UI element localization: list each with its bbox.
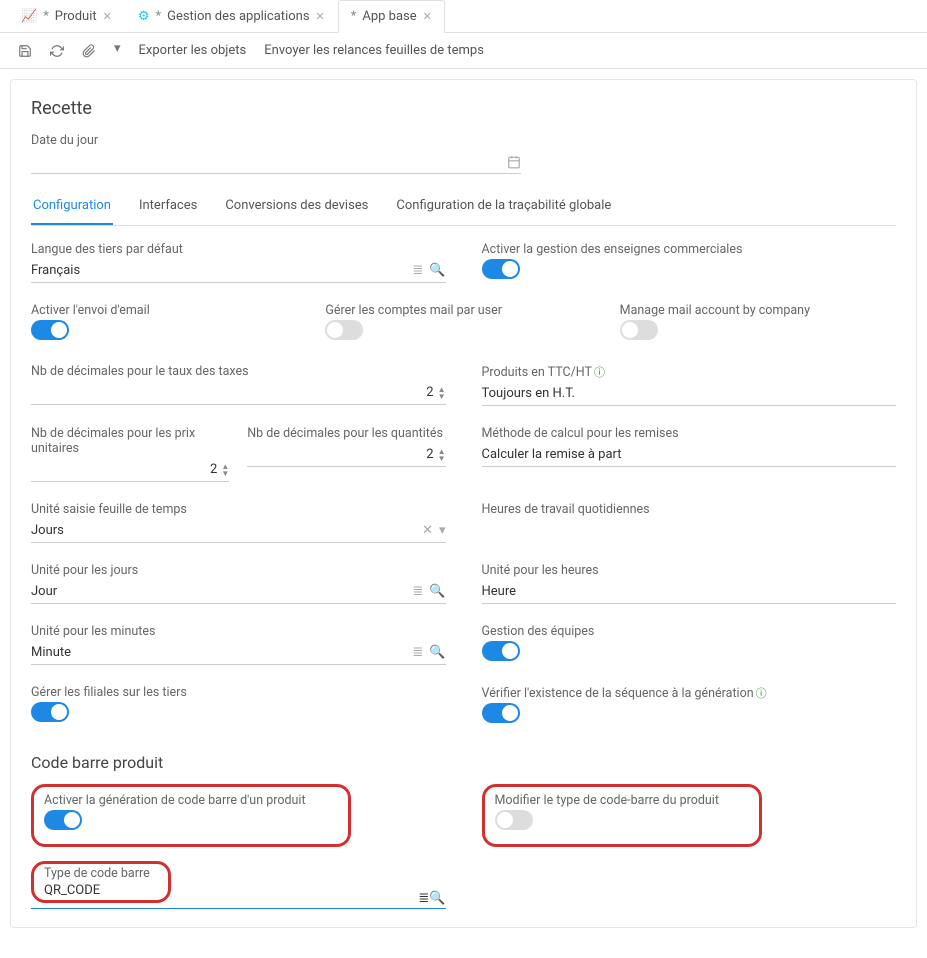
highlight-edit-type: Modifier le type de code-barre du produi… [482, 784, 762, 847]
search-icon[interactable]: 🔍 [429, 645, 445, 660]
mail-user-toggle[interactable] [325, 320, 363, 340]
barcode-type-value: QR_CODE [44, 883, 100, 898]
info-icon[interactable]: ⓘ [594, 366, 605, 379]
close-icon[interactable]: ✕ [103, 10, 112, 23]
remise-label: Méthode de calcul pour les remises [482, 426, 897, 441]
date-input[interactable] [31, 150, 521, 174]
mail-user-label: Gérer les comptes mail par user [325, 303, 601, 318]
export-button[interactable]: Exporter les objets [139, 43, 247, 58]
barcode-gen-label: Activer la génération de code barre d'un… [44, 793, 338, 808]
inner-tab-configuration[interactable]: Configuration [31, 192, 113, 225]
barcode-gen-toggle[interactable] [44, 810, 82, 830]
chart-icon: 📈 [21, 9, 37, 24]
relance-button[interactable]: Envoyer les relances feuilles de temps [264, 43, 484, 58]
search-icon[interactable]: 🔍 [429, 891, 445, 906]
tax-dec-label: Nb de décimales pour le taux des taxes [31, 364, 446, 379]
unit-min-label: Unité pour les minutes [31, 624, 446, 639]
tax-dec-input[interactable]: 2 ▲▼ [31, 381, 446, 405]
close-icon[interactable]: ✕ [316, 10, 325, 23]
unit-heures-label: Unité pour les heures [482, 563, 897, 578]
qty-dec-label: Nb de décimales pour les quantités [247, 426, 445, 441]
barcode-title: Code barre produit [31, 753, 896, 772]
refresh-icon[interactable] [50, 43, 64, 58]
unit-ts-select[interactable]: Jours ✕ ▾ [31, 519, 446, 543]
heures-quot-label: Heures de travail quotidiennes [482, 502, 897, 517]
list-icon[interactable]: ≣ [412, 263, 423, 278]
lang-select[interactable]: Français ≣ 🔍 [31, 259, 446, 283]
inner-tabs: Configuration Interfaces Conversions des… [31, 192, 896, 226]
barcode-type-label: Type de code barre [44, 866, 158, 881]
lang-label: Langue des tiers par défaut [31, 242, 446, 257]
tab-app-base[interactable]: * App base ✕ [338, 0, 445, 33]
unit-min-select[interactable]: Minute ≣ 🔍 [31, 641, 446, 665]
inner-tab-tracabilite[interactable]: Configuration de la traçabilité globale [394, 192, 613, 225]
tab-label: App base [362, 9, 416, 24]
tab-label: Produit [55, 9, 97, 24]
seq-toggle[interactable] [482, 703, 520, 723]
barcode-edit-type-toggle[interactable] [495, 810, 533, 830]
highlight-gen: Activer la génération de code barre d'un… [31, 784, 351, 847]
enseignes-label: Activer la gestion des enseignes commerc… [482, 242, 897, 257]
mail-company-label: Manage mail account by company [620, 303, 896, 318]
unit-heures-select[interactable]: Heure [482, 580, 897, 604]
enseignes-toggle[interactable] [482, 259, 520, 279]
stepper-icon[interactable]: ▲▼ [438, 448, 446, 462]
clear-icon[interactable]: ✕ [422, 523, 433, 538]
gear-icon: ⚙ [138, 9, 150, 24]
ttc-label: Produits en TTC/HTⓘ [482, 364, 897, 380]
save-icon[interactable] [18, 43, 32, 58]
tab-gestion-apps[interactable]: ⚙ * Gestion des applications ✕ [125, 0, 338, 32]
search-icon[interactable]: 🔍 [429, 584, 445, 599]
filiales-toggle[interactable] [31, 702, 69, 722]
dropdown-icon[interactable]: ▾ [114, 41, 121, 56]
filiales-label: Gérer les filiales sur les tiers [31, 685, 446, 700]
tab-label: Gestion des applications [167, 9, 309, 24]
inner-tab-interfaces[interactable]: Interfaces [137, 192, 199, 225]
ttc-select[interactable]: Toujours en H.T. [482, 382, 897, 406]
equipes-label: Gestion des équipes [482, 624, 897, 639]
calendar-icon[interactable] [507, 154, 521, 169]
email-label: Activer l'envoi d'email [31, 303, 307, 318]
seq-label: Vérifier l'existence de la séquence à la… [482, 685, 897, 701]
remise-select[interactable]: Calculer la remise à part [482, 443, 897, 467]
stepper-icon[interactable]: ▲▼ [438, 386, 446, 400]
section-title: Recette [31, 98, 896, 119]
card-recette: Recette Date du jour Configuration Inter… [10, 79, 917, 928]
list-icon[interactable]: ≣ [412, 584, 423, 599]
search-icon[interactable]: 🔍 [429, 263, 445, 278]
list-icon[interactable]: ≣ [418, 891, 429, 906]
inner-tab-conversions[interactable]: Conversions des devises [223, 192, 370, 225]
tab-bar: 📈 * Produit ✕ ⚙ * Gestion des applicatio… [0, 0, 927, 33]
highlight-type: Type de code barre QR_CODE [31, 861, 171, 903]
unit-jours-label: Unité pour les jours [31, 563, 446, 578]
info-icon[interactable]: ⓘ [756, 687, 767, 700]
barcode-edit-type-label: Modifier le type de code-barre du produi… [495, 793, 749, 808]
attach-icon[interactable] [82, 43, 96, 58]
unit-jours-select[interactable]: Jour ≣ 🔍 [31, 580, 446, 604]
close-icon[interactable]: ✕ [423, 10, 432, 23]
price-dec-label: Nb de décimales pour les prix unitaires [31, 426, 229, 456]
unit-ts-label: Unité saisie feuille de temps [31, 502, 446, 517]
qty-dec-input[interactable]: 2 ▲▼ [247, 443, 445, 467]
mail-company-toggle[interactable] [620, 320, 658, 340]
tab-produit[interactable]: 📈 * Produit ✕ [8, 0, 125, 32]
price-dec-input[interactable]: 2 ▲▼ [31, 458, 229, 482]
stepper-icon[interactable]: ▲▼ [221, 463, 229, 477]
toolbar: ▾ Exporter les objets Envoyer les relanc… [0, 33, 927, 69]
list-icon[interactable]: ≣ [412, 645, 423, 660]
email-toggle[interactable] [31, 320, 69, 340]
chevron-down-icon[interactable]: ▾ [439, 523, 446, 538]
date-label: Date du jour [31, 133, 521, 148]
equipes-toggle[interactable] [482, 641, 520, 661]
